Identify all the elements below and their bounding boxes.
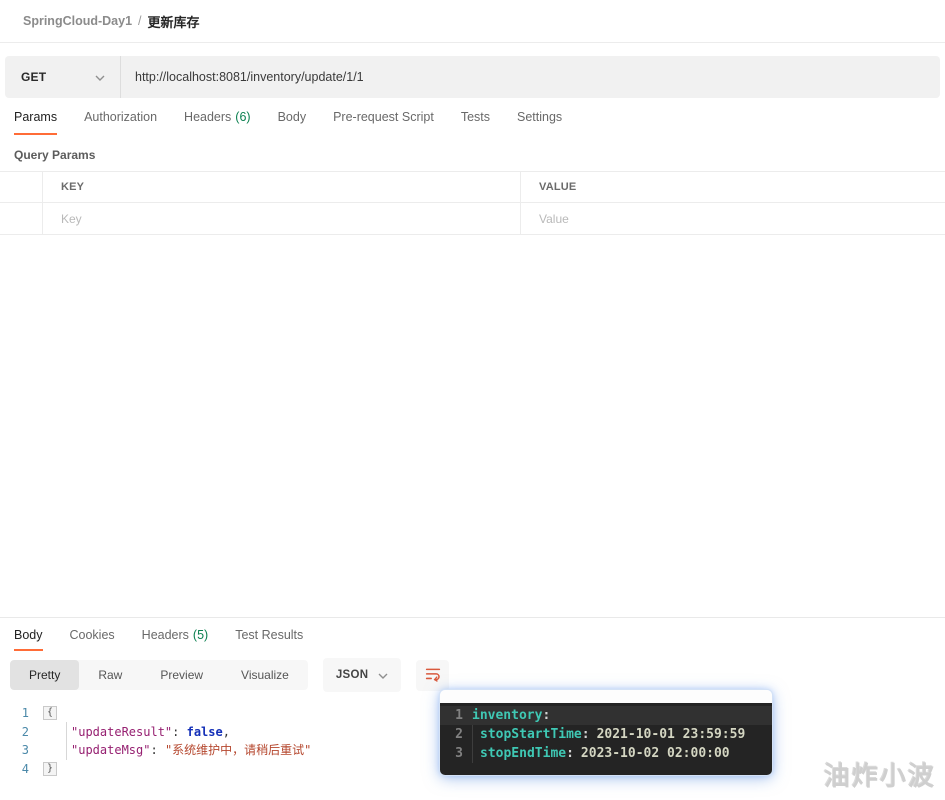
empty-area xyxy=(0,235,945,617)
response-tab-cookies[interactable]: Cookies xyxy=(70,618,115,651)
fold-marker-close-brace[interactable]: } xyxy=(43,761,58,776)
wrap-text-button[interactable] xyxy=(416,659,450,691)
format-select[interactable]: JSON xyxy=(322,658,402,692)
yaml-key: inventory xyxy=(472,708,543,723)
query-params-table: KEY VALUE Key Value xyxy=(0,171,945,235)
format-label: JSON xyxy=(335,669,369,681)
tab-pre-request-script[interactable]: Pre-request Script xyxy=(333,98,434,135)
request-bar: GET http://localhost:8081/inventory/upda… xyxy=(5,56,940,98)
params-key-header: KEY xyxy=(42,172,520,202)
line-number: 4 xyxy=(21,761,29,776)
view-visualize-button[interactable]: Visualize xyxy=(222,660,308,690)
json-key: "updateResult" xyxy=(71,724,173,739)
view-mode-switcher: Pretty Raw Preview Visualize xyxy=(10,660,308,690)
line-number: 3 xyxy=(21,743,29,757)
yaml-key: stopEndTime xyxy=(480,746,567,761)
yaml-value: 2021-10-01 23:59:59 xyxy=(596,727,746,742)
line-number: 1 xyxy=(21,706,29,720)
yaml-key: stopStartTime xyxy=(480,727,582,742)
response-tab-headers[interactable]: Headers (5) xyxy=(142,618,209,651)
url-input[interactable]: http://localhost:8081/inventory/update/1… xyxy=(121,56,940,98)
tab-params[interactable]: Params xyxy=(14,98,58,135)
json-string-value: "系统维护中，请稍后重试" xyxy=(164,743,312,757)
json-boolean-value: false xyxy=(186,724,223,739)
response-tab-test-results[interactable]: Test Results xyxy=(235,618,303,651)
breadcrumb-collection[interactable]: SpringCloud-Day1 xyxy=(23,14,132,28)
overlay-top-strip xyxy=(440,690,772,703)
params-gutter-cell xyxy=(0,203,42,234)
params-gutter-cell xyxy=(0,172,42,202)
params-value-header: VALUE xyxy=(520,172,945,202)
chevron-down-icon xyxy=(378,666,388,684)
view-preview-button[interactable]: Preview xyxy=(141,660,222,690)
params-header-row: KEY VALUE xyxy=(0,172,945,203)
breadcrumb-separator: / xyxy=(138,14,142,28)
breadcrumb-request-name: 更新库存 xyxy=(147,14,200,30)
json-key: "updateMsg" xyxy=(71,743,151,757)
view-pretty-button[interactable]: Pretty xyxy=(10,660,80,690)
fold-marker-open-brace[interactable]: { xyxy=(43,706,58,720)
line-number: 2 xyxy=(21,724,29,739)
method-select[interactable]: GET xyxy=(5,56,121,98)
response-headers-count-badge: (5) xyxy=(192,627,209,642)
yaml-line-1: 1 inventory: xyxy=(440,706,772,725)
tab-headers[interactable]: Headers (6) xyxy=(184,98,251,135)
line-number: 3 xyxy=(455,746,463,761)
line-number: 2 xyxy=(455,727,463,742)
response-tabs: Body Cookies Headers (5) Test Results xyxy=(0,618,945,651)
yaml-line-3: 3 stopEndTime:2023-10-02 02:00:00 xyxy=(440,744,772,763)
tab-tests[interactable]: Tests xyxy=(461,98,490,135)
query-params-title: Query Params xyxy=(14,148,96,162)
fold-guide-line xyxy=(66,722,67,760)
view-raw-button[interactable]: Raw xyxy=(79,660,141,690)
tab-settings[interactable]: Settings xyxy=(517,98,562,135)
params-key-input[interactable]: Key xyxy=(42,203,520,234)
line-number: 1 xyxy=(455,708,463,723)
yaml-snippet: 1 inventory: 2 stopStartTime:2021-10-01 … xyxy=(440,703,772,775)
response-tab-body[interactable]: Body xyxy=(14,618,43,651)
request-tabs: Params Authorization Headers (6) Body Pre… xyxy=(0,98,945,135)
chevron-down-icon xyxy=(95,68,105,86)
yaml-value: 2023-10-02 02:00:00 xyxy=(580,746,730,761)
request-bar-wrap: GET http://localhost:8081/inventory/upda… xyxy=(0,43,945,98)
tab-body[interactable]: Body xyxy=(278,98,307,135)
params-placeholder-row: Key Value xyxy=(0,203,945,235)
headers-count-badge: (6) xyxy=(235,109,251,124)
wrap-text-icon xyxy=(423,663,443,688)
config-snippet-overlay: 1 inventory: 2 stopStartTime:2021-10-01 … xyxy=(440,690,772,775)
tab-authorization[interactable]: Authorization xyxy=(84,98,157,135)
params-value-input[interactable]: Value xyxy=(520,203,945,234)
yaml-line-2: 2 stopStartTime:2021-10-01 23:59:59 xyxy=(440,725,772,744)
watermark: 油炸小波 xyxy=(823,761,936,791)
breadcrumb: SpringCloud-Day1 / 更新库存 xyxy=(0,0,945,43)
method-label: GET xyxy=(21,70,47,84)
